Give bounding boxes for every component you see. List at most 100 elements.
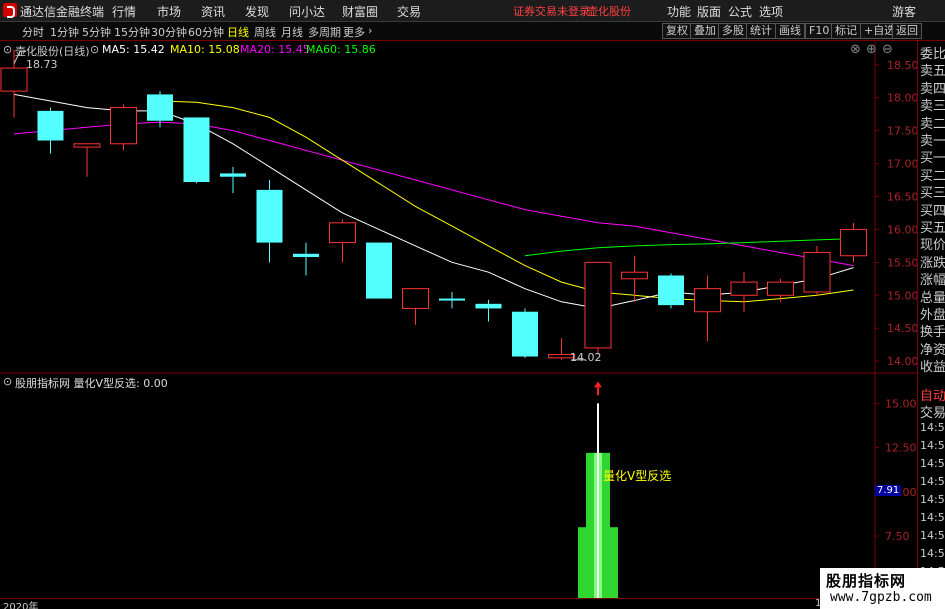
period-60min[interactable]: 60分钟 — [188, 24, 224, 40]
ma60-label: MA60: 15.86 — [306, 43, 376, 56]
indicator-chart[interactable] — [578, 381, 618, 598]
close-icon[interactable]: ⊗ — [850, 42, 861, 57]
watermark-url: www.7gpzb.com — [830, 590, 932, 605]
signal-label: 量化V型反选 — [603, 469, 672, 483]
period-monthly[interactable]: 月线 — [281, 24, 303, 40]
multi-stock-button[interactable]: 多股 — [718, 23, 748, 39]
signal-arrow-icon — [594, 381, 602, 388]
menu-layout[interactable]: 版面 — [697, 3, 721, 20]
tick-time: 14:56 — [920, 529, 945, 542]
quote-field-label: 外盘 — [920, 308, 945, 323]
menu-discover[interactable]: 发现 — [245, 3, 269, 20]
menu-trade[interactable]: 交易 — [397, 3, 421, 20]
price-tick-label: 16.00 — [887, 223, 917, 236]
quote-field-label: 换手 — [920, 325, 945, 341]
indicator-tick-label: 7.50 — [885, 530, 910, 543]
quote-field-label: 收益 — [920, 360, 945, 376]
period-1min[interactable]: 1分钟 — [50, 24, 79, 40]
draw-line-button[interactable]: 画线 — [775, 23, 805, 39]
candle-body-up — [840, 228, 867, 257]
period-5min[interactable]: 5分钟 — [82, 24, 111, 40]
overlay-button[interactable]: 叠加 — [690, 23, 720, 39]
quote-field-label: 涨幅 — [920, 273, 945, 289]
menu-news[interactable]: 资讯 — [201, 3, 225, 20]
price-tick-label: 17.50 — [887, 125, 917, 138]
price-tick-label: 17.00 — [887, 158, 917, 171]
candle-body-down — [475, 303, 502, 309]
time-axis[interactable] — [0, 598, 820, 609]
low-price-marker: 14.02 — [570, 351, 602, 364]
app-title: 通达信金融终端 — [20, 5, 105, 19]
indicator-label: 股朋指标网 量化V型反选: 0.00 — [15, 377, 168, 390]
period-15min[interactable]: 15分钟 — [114, 24, 150, 40]
price-tick-label: 15.00 — [887, 289, 917, 302]
menu-function[interactable]: 功能 — [667, 3, 691, 20]
menu-market[interactable]: 市场 — [157, 3, 181, 20]
candle-body-down — [183, 117, 210, 182]
period-daily[interactable]: 日线 — [227, 24, 249, 40]
stock-label: 壶化股份(日线) — [15, 45, 90, 58]
ma20-label: MA20: 15.45 — [240, 43, 310, 56]
zoom-icon[interactable]: ⊕ — [866, 42, 877, 57]
trade-status: 证券交易未登录 — [513, 5, 590, 18]
current-stock-name: 壶化股份 — [587, 5, 631, 18]
indicator-tick-label: 15.00 — [885, 397, 917, 410]
period-multi[interactable]: 多周期 — [308, 24, 341, 40]
price-tick-label: 18.00 — [887, 92, 917, 105]
ma-settings-icon[interactable]: ⊙ — [90, 43, 99, 56]
period-30min[interactable]: 30分钟 — [151, 24, 187, 40]
menu-ask[interactable]: 问小达 — [289, 3, 325, 20]
cursor-value: 7.91 — [875, 485, 902, 496]
candle-body-up — [402, 288, 429, 309]
quote-field-label: 买五 — [920, 221, 945, 236]
menu-formula[interactable]: 公式 — [728, 3, 752, 20]
tick-time: 14:56 — [920, 439, 945, 452]
quote-field-label: 净资 — [920, 342, 945, 358]
menu-guest[interactable]: 游客 — [892, 3, 916, 20]
tick-time: 14:56 — [920, 457, 945, 470]
watermark-title: 股朋指标网 — [826, 572, 907, 590]
candle-body-up — [0, 67, 28, 92]
candle-body-up — [694, 288, 721, 313]
period-toolbar: 分时 1分钟 5分钟 15分钟 30分钟 60分钟 日线 周线 月线 多周期 更… — [0, 22, 945, 41]
chart-canvas[interactable]: 14.00 14.50 15.00 15.50 16.00 16.50 17.00 17.50… — [0, 41, 917, 598]
quote-field-label: 卖五 — [920, 64, 945, 80]
price-tick-label: 14.00 — [887, 355, 917, 368]
menu-wealth[interactable]: 财富圈 — [342, 3, 378, 20]
period-weekly[interactable]: 周线 — [254, 24, 276, 40]
period-intraday[interactable]: 分时 — [22, 24, 44, 40]
quote-field-label: 买二 — [920, 168, 945, 184]
settings-icon[interactable]: ⊙ — [3, 43, 12, 56]
indicator-tick-label: 12.50 — [885, 442, 917, 455]
title-bar: 通达信金融终端 行情 市场 资讯 发现 问小达 财富圈 交易 证券交易未登录 壶… — [0, 0, 945, 22]
candle-body-down — [512, 311, 538, 357]
candle-body-down — [37, 110, 64, 141]
zoom-out-icon[interactable]: ⊖ — [882, 42, 893, 57]
candlestick-chart[interactable] — [0, 49, 867, 361]
quote-field-label: 涨跌 — [920, 255, 945, 271]
tick-time: 14:55 — [920, 421, 945, 434]
chevron-right-icon[interactable]: › — [368, 24, 372, 37]
auto-trade-label[interactable]: 交易 — [920, 402, 945, 421]
period-more[interactable]: 更多 — [343, 24, 365, 40]
f10-button[interactable]: F10 — [805, 23, 834, 39]
quote-side-panel: 委比 卖五 卖四 卖三 卖二 卖一 买一 买二 买三 买四 买五 现价 涨跌 涨幅 总量 外盘 换手 净资 收益 自动… — [917, 41, 945, 599]
tick-time: 14:56 — [920, 547, 945, 560]
app-logo-icon — [3, 3, 17, 18]
quote-field-label: 卖二 — [920, 116, 945, 132]
candle-body-down — [439, 298, 465, 301]
ma10-label: MA10: 15.08 — [170, 43, 240, 56]
statistics-button[interactable]: 统计 — [746, 23, 776, 39]
menu-quotes[interactable]: 行情 — [112, 3, 136, 20]
mark-button[interactable]: 标记 — [831, 23, 861, 39]
indicator-settings-icon[interactable]: ⊙ — [3, 375, 12, 388]
adjust-button[interactable]: 复权 — [662, 23, 692, 39]
candle-body-up — [730, 281, 758, 296]
candle-body-up — [621, 271, 648, 280]
candle-body-down — [220, 173, 246, 177]
year-label: 2020年 — [3, 602, 39, 609]
quote-field-label: 买四 — [920, 203, 945, 219]
quote-field-label: 买三 — [920, 186, 945, 202]
back-button[interactable]: 返回 — [892, 23, 922, 39]
menu-options[interactable]: 选项 — [759, 3, 783, 20]
